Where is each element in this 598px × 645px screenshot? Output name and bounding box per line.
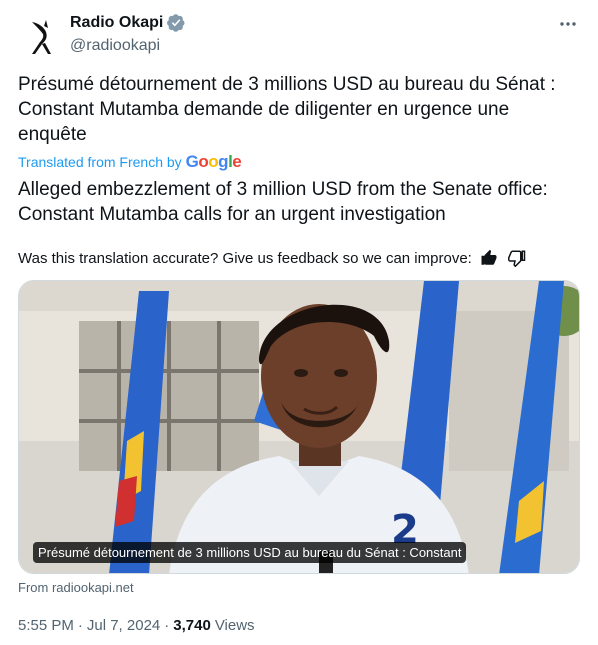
name-row: Radio Okapi bbox=[70, 14, 185, 32]
views-count: 3,740 bbox=[173, 617, 211, 634]
translated-from-label: Translated from French by bbox=[18, 153, 182, 170]
translation-feedback: Was this translation accurate? Give us f… bbox=[18, 247, 528, 269]
more-options-icon[interactable] bbox=[556, 12, 580, 36]
google-logo: Google bbox=[185, 152, 242, 171]
views-label: Views bbox=[214, 617, 255, 634]
media-caption: Présumé détournement de 3 millions USD a… bbox=[33, 542, 467, 563]
thumbs-down-icon[interactable] bbox=[506, 247, 528, 269]
post-translation-text: Alleged embezzlement of 3 million USD fr… bbox=[18, 179, 548, 225]
user-handle[interactable]: @radiookapi bbox=[70, 37, 160, 55]
photo-man-with-flags: 2 bbox=[19, 281, 579, 573]
radio-okapi-logo bbox=[18, 14, 62, 58]
avatar[interactable] bbox=[18, 14, 62, 58]
post-time[interactable]: 5:55 PM bbox=[18, 617, 74, 634]
meta-separator: · bbox=[164, 617, 170, 634]
post-original-text: Présumé détournement de 3 millions USD a… bbox=[18, 74, 556, 145]
meta-separator: · bbox=[77, 617, 83, 634]
post-media-image[interactable]: 2 Présumé détournement de 3 millions USD… bbox=[18, 280, 580, 574]
verified-badge-icon bbox=[167, 14, 185, 32]
feedback-prompt: Was this translation accurate? Give us f… bbox=[18, 249, 472, 267]
post-meta: 5:55 PM · Jul 7, 2024 · 3,740 Views bbox=[18, 617, 255, 634]
post-date[interactable]: Jul 7, 2024 bbox=[87, 617, 160, 634]
display-name[interactable]: Radio Okapi bbox=[70, 14, 163, 32]
translated-from-link[interactable]: Translated from French by Google bbox=[18, 152, 242, 171]
post-header: Radio Okapi @radiookapi bbox=[18, 10, 580, 60]
thumbs-up-icon[interactable] bbox=[478, 247, 500, 269]
source-link[interactable]: From radiookapi.net bbox=[18, 580, 134, 595]
